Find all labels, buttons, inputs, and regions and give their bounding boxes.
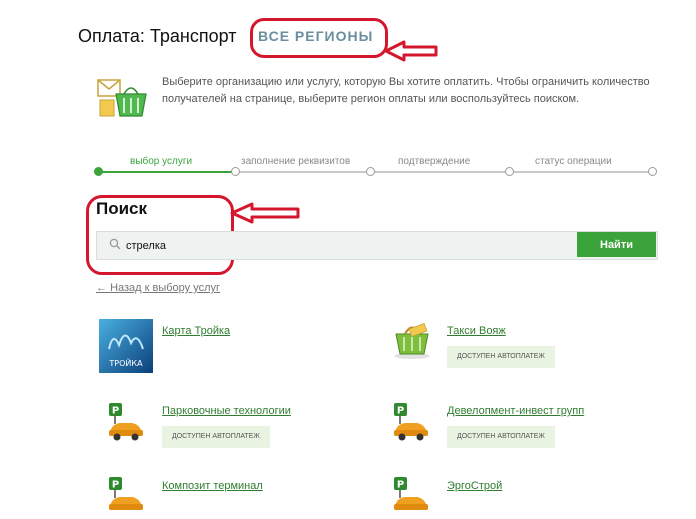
annotation-arrow-search [230,202,300,224]
page-title: Оплата: Транспорт [78,26,237,46]
step-dot-4 [505,167,514,176]
result-item-troika[interactable]: ТРОЙКА [99,319,153,378]
step-label-operation-status: статус операции [535,156,612,167]
basket-icon [394,322,430,359]
autopay-badge: доступен автоплатеж [447,426,555,448]
result-name-development-invest[interactable]: Девелопмент-инвест групп [447,405,584,417]
annotation-arrow-regions [384,40,438,62]
step-label-confirmation: подтверждение [398,156,471,167]
result-item-composite-terminal[interactable]: P [106,476,146,519]
step-label-select-service: выбор услуги [130,156,193,167]
svg-text:ТРОЙКА: ТРОЙКА [108,357,143,368]
result-name-composite-terminal[interactable]: Композит терминал [162,480,263,492]
svg-text:P: P [112,406,119,417]
svg-text:P: P [397,480,404,491]
step-dot-1 [94,167,103,176]
parking-car-icon: P [394,403,428,441]
parking-car-icon: P [109,403,143,441]
result-name-taxi-voyage[interactable]: Такси Вояж [447,325,506,337]
search-input[interactable] [100,234,598,257]
result-name-troika[interactable]: Карта Тройка [162,325,230,337]
step-dot-2 [231,167,240,176]
parking-car-icon: P [394,477,428,510]
steps-progress-active [96,171,234,173]
step-label-fill-details: заполнение реквизитов [241,156,351,167]
svg-text:P: P [112,480,119,491]
step-dot-5 [648,167,657,176]
payment-basket-icon [97,79,147,117]
annotation-circle-regions [250,18,388,58]
autopay-badge: доступен автоплатеж [447,346,555,368]
find-button[interactable]: Найти [577,232,656,257]
result-name-parking-tech[interactable]: Парковочные технологии [162,405,291,417]
step-dot-3 [366,167,375,176]
back-arrow-icon: ← [96,282,107,294]
back-link-label: Назад к выбору услуг [110,282,221,294]
back-to-services-link[interactable]: ← Назад к выбору услуг [96,282,220,294]
result-item-development-invest[interactable]: P [391,402,431,447]
result-item-taxi-voyage[interactable] [390,320,434,365]
parking-car-icon: P [109,477,143,510]
result-name-ergostroy[interactable]: ЭргоСтрой [447,480,502,492]
result-item-ergostroy[interactable]: P [391,476,431,519]
intro-text: Выберите организацию или услугу, которую… [162,76,650,105]
autopay-badge: доступен автоплатеж [162,426,270,448]
result-item-parking-tech[interactable]: P [106,402,146,447]
svg-text:P: P [397,406,404,417]
troika-card-icon: ТРОЙКА [99,319,153,373]
